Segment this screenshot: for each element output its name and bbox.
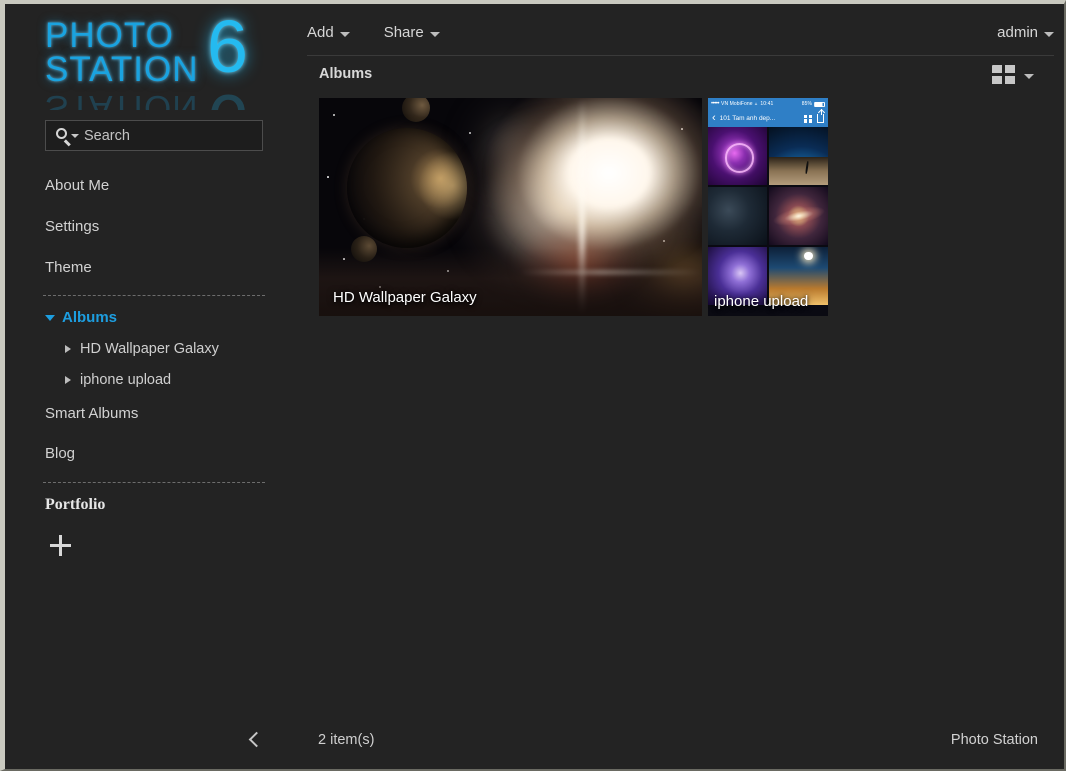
- search-icon[interactable]: [55, 127, 79, 146]
- back-chevron-icon: ‹: [712, 112, 716, 124]
- photo-station-window: PHOTO STATION 6 STATION 6 About Me Setti…: [0, 0, 1066, 771]
- sidebar-album-iphone-upload[interactable]: iphone upload: [65, 372, 171, 388]
- ios-share-icon: [817, 109, 824, 123]
- album-title: iphone upload: [714, 293, 809, 310]
- chevron-down-icon: [1044, 31, 1054, 37]
- add-portfolio-button[interactable]: [50, 534, 74, 558]
- user-menu-label: admin: [997, 24, 1038, 41]
- ios-nav-title: 101 Tam anh dep...: [719, 115, 776, 122]
- sidebar-divider-top: [43, 295, 265, 296]
- app-logo[interactable]: PHOTO STATION 6 STATION 6: [43, 10, 268, 111]
- ios-grid-icon: [804, 114, 812, 123]
- footer-brand-label: Photo Station: [950, 732, 1038, 748]
- album-tile[interactable]: ••••• VN MobiFone ▵ 10:41 85% ‹ 101 Tam …: [708, 98, 828, 316]
- album-title: HD Wallpaper Galaxy: [333, 289, 477, 306]
- top-toolbar: Add Share admin: [307, 18, 1054, 56]
- chevron-left-icon: [248, 731, 265, 748]
- view-mode-switch[interactable]: [992, 65, 1034, 84]
- grid-view-icon[interactable]: [992, 65, 1015, 84]
- sidebar-item-smart-albums[interactable]: Smart Albums: [45, 405, 138, 422]
- sidebar-item-blog[interactable]: Blog: [45, 445, 75, 462]
- back-button[interactable]: [243, 727, 269, 757]
- add-menu-button[interactable]: Add: [307, 18, 350, 41]
- sidebar-item-albums-label: Albums: [62, 309, 118, 326]
- clock-label: 10:41: [760, 101, 774, 107]
- battery-icon: [814, 101, 825, 107]
- share-menu-label: Share: [383, 24, 424, 41]
- photo-thumb: [708, 187, 767, 245]
- sidebar-divider-bottom: [43, 482, 265, 483]
- sidebar-album-label: HD Wallpaper Galaxy: [80, 341, 219, 357]
- battery-percent-label: 85%: [801, 101, 812, 107]
- sidebar-item-albums[interactable]: Albums: [45, 309, 117, 326]
- photo-thumb: [769, 187, 828, 245]
- photo-thumb: [769, 127, 828, 185]
- album-thumbnail-galaxy: [319, 98, 702, 316]
- ios-nav-bar: ‹ 101 Tam anh dep...: [708, 109, 828, 127]
- share-menu-button[interactable]: Share: [384, 18, 440, 41]
- sidebar-item-theme[interactable]: Theme: [45, 259, 92, 276]
- user-menu-button[interactable]: admin: [997, 18, 1054, 41]
- add-menu-label: Add: [307, 24, 334, 41]
- sidebar: PHOTO STATION 6 STATION 6 About Me Setti…: [5, 4, 300, 769]
- search-input[interactable]: [79, 127, 271, 144]
- page-title: Albums: [319, 66, 373, 82]
- carrier-label: VN MobiFone: [721, 101, 753, 107]
- album-thumbnail-iphone: ••••• VN MobiFone ▵ 10:41 85% ‹ 101 Tam …: [708, 98, 828, 316]
- ios-photo-grid: [708, 127, 828, 305]
- logo-text-photo: PHOTO: [45, 16, 174, 55]
- ios-status-bar: ••••• VN MobiFone ▵ 10:41 85%: [708, 98, 828, 110]
- sidebar-section-portfolio: Portfolio: [45, 496, 106, 513]
- chevron-down-icon: [429, 31, 440, 37]
- wifi-icon: ▵: [754, 101, 758, 107]
- chevron-down-icon: [339, 31, 350, 37]
- logo-text-station: STATION: [45, 50, 199, 89]
- sidebar-album-hd-wallpaper-galaxy[interactable]: HD Wallpaper Galaxy: [65, 341, 219, 357]
- chevron-right-icon: [65, 345, 71, 353]
- sidebar-item-about-me[interactable]: About Me: [45, 177, 109, 194]
- sidebar-album-label: iphone upload: [80, 372, 172, 388]
- chevron-down-icon: [1024, 73, 1034, 79]
- search-scope-chevron-down-icon: [71, 133, 79, 138]
- signal-dots-icon: •••••: [711, 101, 720, 107]
- chevron-down-icon: [45, 314, 55, 321]
- item-count-label: 2 item(s): [318, 732, 375, 748]
- album-tile[interactable]: HD Wallpaper Galaxy: [319, 98, 702, 316]
- sidebar-item-settings[interactable]: Settings: [45, 218, 99, 235]
- chevron-right-icon: [65, 376, 71, 384]
- footer-bar: 2 item(s) Photo Station: [5, 717, 1064, 769]
- search-box[interactable]: [45, 120, 271, 151]
- logo-version-six: 6: [206, 5, 248, 88]
- photo-thumb: [708, 127, 767, 185]
